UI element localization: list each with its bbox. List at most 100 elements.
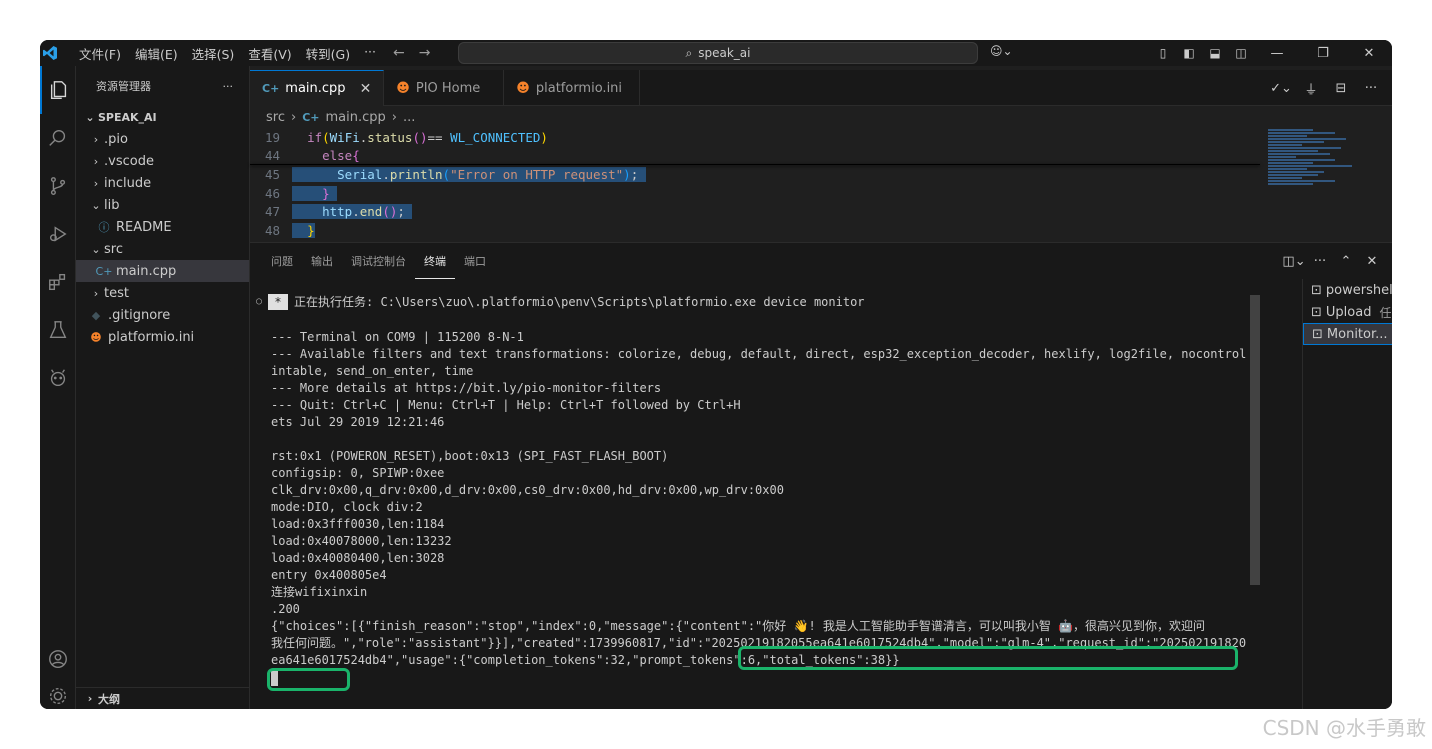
toggle-panel-icon[interactable]: ⬓ <box>1202 40 1228 66</box>
more-actions-icon[interactable]: ··· <box>1308 254 1332 269</box>
tab-pio-home[interactable]: ☻ PIO Home <box>384 70 505 106</box>
terminal-list: ⊡ powershell ⊡ Upload 任务 ✓ ⊡ Monitor... … <box>1302 279 1392 709</box>
terminal-label: powershell <box>1325 282 1392 298</box>
asterisk-badge-icon: * <box>268 293 289 310</box>
terminal-cursor <box>271 669 1246 686</box>
search-view-icon[interactable] <box>40 114 76 162</box>
tree-item[interactable]: › include <box>76 172 249 194</box>
terminal-line: load:0x3fff0030,len:1184 <box>271 517 445 531</box>
source-control-icon[interactable] <box>40 162 76 210</box>
tree-item[interactable]: ⌄ src <box>76 238 249 260</box>
breadcrumb-file[interactable]: main.cpp <box>325 110 385 125</box>
minimap[interactable] <box>1268 128 1380 206</box>
outline-section[interactable]: › 大纲 <box>76 687 250 709</box>
title-right-controls: ▯ ◧ ⬓ ◫ — ❐ ✕ <box>1150 40 1392 66</box>
chevron-right-icon: › <box>87 692 93 705</box>
terminal-upload[interactable]: ⊡ Upload 任务 ✓ <box>1303 301 1392 323</box>
editor-tabs: C+ main.cpp ✕ ☻ PIO Home ☻ platformio.in… <box>250 70 1392 106</box>
project-name: SPEAK_AI <box>98 110 157 124</box>
check-build-icon[interactable]: ✓⌄ <box>1268 81 1294 96</box>
info-icon: ⓘ <box>98 221 110 234</box>
tab-output[interactable]: 输出 <box>302 243 342 279</box>
terminal-line: rst:0x1 (POWERON_RESET),boot:0x13 (SPI_F… <box>271 449 669 463</box>
platformio-alien-icon[interactable] <box>40 354 76 402</box>
explorer-more-icon[interactable]: ··· <box>223 80 234 93</box>
menu-edit[interactable]: 编辑(E) <box>128 44 185 63</box>
menu-more[interactable]: ··· <box>357 44 383 63</box>
settings-gear-icon[interactable] <box>40 683 76 709</box>
tab-problems[interactable]: 问题 <box>262 243 302 279</box>
minimize-icon[interactable]: — <box>1254 40 1300 66</box>
maximize-panel-icon[interactable]: ⌃ <box>1334 254 1358 269</box>
breadcrumb-chevron-icon: › <box>391 109 397 125</box>
line-number: 47 <box>264 204 280 220</box>
menu-go[interactable]: 转到(G) <box>299 44 357 63</box>
tab-platformio-ini[interactable]: ☻ platformio.ini <box>504 70 641 106</box>
terminal-scrollbar[interactable] <box>1250 295 1260 585</box>
terminal-body: --- Terminal on COM9 | 115200 8-N-1 --- A… <box>271 329 1246 686</box>
terminal-line: configsip: 0, SPIWP:0xee <box>271 466 445 480</box>
git-icon: ◆ <box>91 308 101 322</box>
search-icon: ⌕ <box>685 45 693 60</box>
line-number: 45 <box>264 166 280 182</box>
customize-layout-icon[interactable]: ▯ <box>1150 40 1176 66</box>
platformio-icon: ☻ <box>90 330 102 344</box>
tree-item[interactable]: › .pio <box>76 128 249 150</box>
project-root[interactable]: ⌄ SPEAK_AI <box>76 106 249 128</box>
testing-flask-icon[interactable] <box>40 306 76 354</box>
extensions-icon[interactable] <box>40 258 76 306</box>
search-text: speak_ai <box>698 46 751 60</box>
command-center-search[interactable]: ⌕ speak_ai <box>458 42 978 64</box>
close-window-icon[interactable]: ✕ <box>1346 40 1392 66</box>
tree-item[interactable]: ⌄ lib <box>76 194 249 216</box>
run-debug-icon[interactable] <box>40 210 76 258</box>
menu-file[interactable]: 文件(F) <box>72 44 128 63</box>
terminal-line: --- Terminal on COM9 | 115200 8-N-1 <box>271 330 524 344</box>
more-actions-icon[interactable]: ··· <box>1358 81 1384 96</box>
line-number: 19 <box>264 129 280 145</box>
forward-arrow-icon[interactable]: → <box>419 45 431 61</box>
title-bar: 文件(F) 编辑(E) 选择(S) 查看(V) 转到(G) ··· ← → ⌕ … <box>40 40 1392 66</box>
breadcrumb-more[interactable]: ... <box>403 110 415 125</box>
task-text: 正在执行任务: C:\Users\zuo\.platformio\penv\Sc… <box>294 295 865 309</box>
activity-bar <box>40 66 76 709</box>
copilot-icon[interactable]: ☺⌄ <box>990 44 1013 58</box>
account-icon[interactable] <box>40 635 76 683</box>
vscode-window: 文件(F) 编辑(E) 选择(S) 查看(V) 转到(G) ··· ← → ⌕ … <box>40 40 1392 709</box>
tab-ports[interactable]: 端口 <box>455 243 495 279</box>
terminal-line: ets Jul 29 2019 12:21:46 <box>271 415 445 429</box>
tree-item[interactable]: › .vscode <box>76 150 249 172</box>
restore-icon[interactable]: ❐ <box>1300 40 1346 66</box>
back-arrow-icon[interactable]: ← <box>393 45 405 61</box>
tree-item[interactable]: C+ main.cpp <box>76 260 249 282</box>
tab-debug-console[interactable]: 调试控制台 <box>342 243 415 279</box>
plug-icon[interactable]: ⏚ <box>1298 79 1324 98</box>
breadcrumb: src › C+ main.cpp › ... <box>250 106 1250 128</box>
close-tab-icon[interactable]: ✕ <box>360 81 372 97</box>
tree-item[interactable]: ◆ .gitignore <box>76 304 249 326</box>
terminal-line: ea641e6017524db4","usage":{"completion_t… <box>271 653 900 667</box>
menu-view[interactable]: 查看(V) <box>241 44 298 63</box>
menu-selection[interactable]: 选择(S) <box>185 44 242 63</box>
explorer-icon[interactable] <box>40 66 76 114</box>
terminal-label: Upload <box>1325 304 1372 320</box>
tree-item[interactable]: ☻ platformio.ini <box>76 326 249 348</box>
terminal-line: load:0x40080400,len:3028 <box>271 551 445 565</box>
split-editor-icon[interactable]: ⊟ <box>1328 81 1354 96</box>
terminal-monitor[interactable]: ⊡ Monitor... ◡ <box>1303 323 1392 345</box>
toggle-sidebar-icon[interactable]: ◧ <box>1176 40 1202 66</box>
cpp-file-icon: C+ <box>95 264 113 278</box>
terminal-output[interactable]: ○ * 正在执行任务: C:\Users\zuo\.platformio\pen… <box>250 279 1250 709</box>
breadcrumb-folder[interactable]: src <box>266 110 285 125</box>
tree-item-label: .vscode <box>104 153 154 169</box>
tab-terminal[interactable]: 终端 <box>415 243 455 279</box>
terminal-powershell[interactable]: ⊡ powershell <box>1303 279 1392 301</box>
tab-main-cpp[interactable]: C+ main.cpp ✕ <box>250 70 385 106</box>
cpp-file-icon: C+ <box>302 110 320 124</box>
tree-item[interactable]: ⓘ README <box>76 216 249 238</box>
toggle-secondary-sidebar-icon[interactable]: ◫ <box>1228 40 1254 66</box>
split-terminal-icon[interactable]: ◫⌄ <box>1282 254 1306 269</box>
close-panel-icon[interactable]: ✕ <box>1360 254 1384 269</box>
code-editor[interactable]: 19 if(WiFi. status() == WL_CONNECTED) 44 e… <box>250 128 1260 242</box>
tree-item[interactable]: › test <box>76 282 249 304</box>
